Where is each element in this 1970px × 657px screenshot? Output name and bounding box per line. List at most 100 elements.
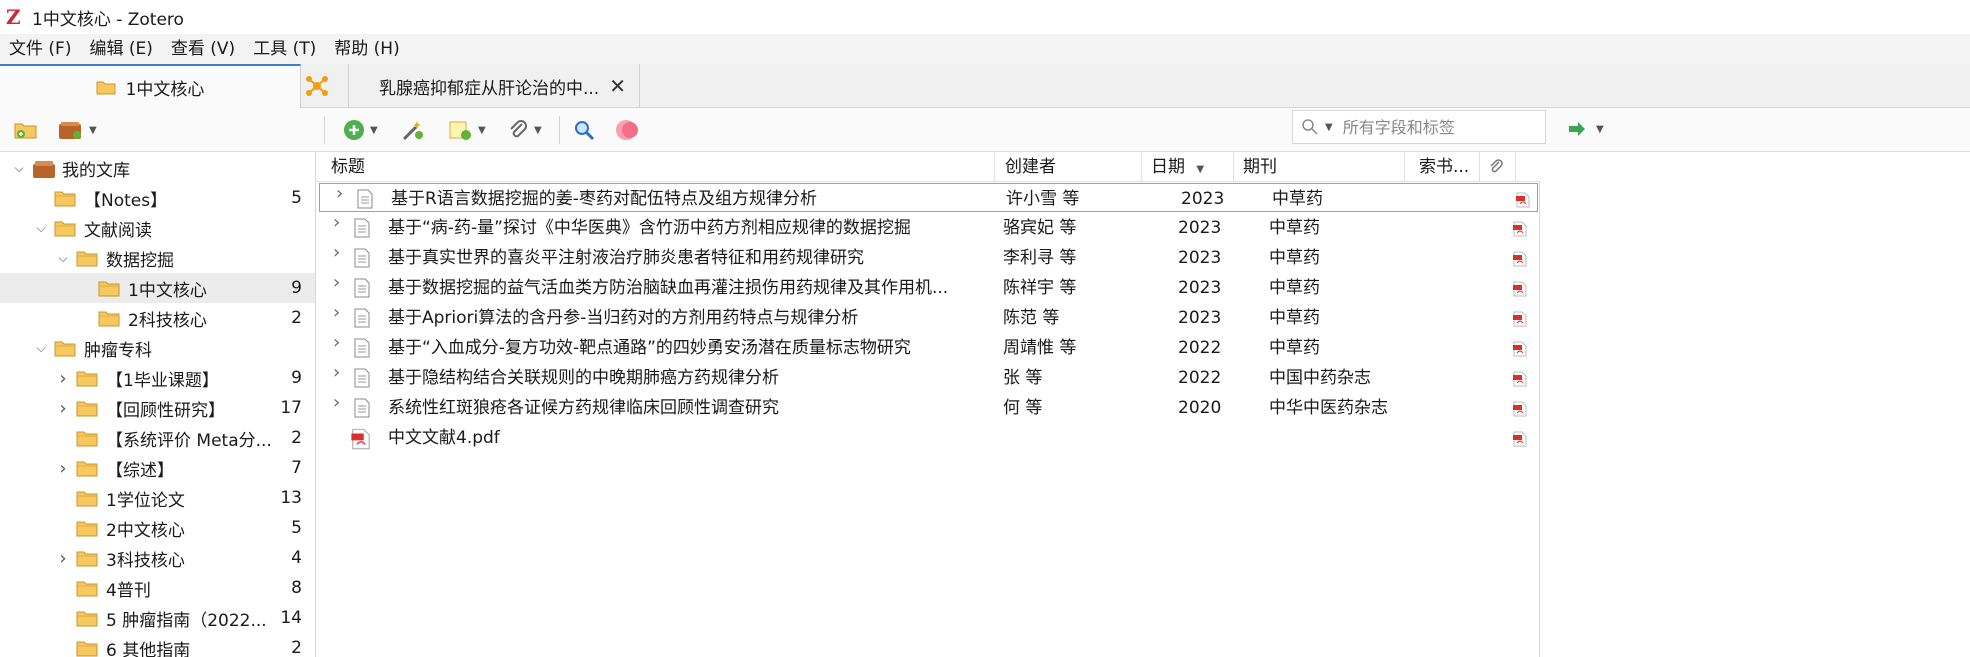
folder-icon bbox=[96, 81, 116, 95]
collection-item[interactable]: ⌵ 文献阅读 bbox=[0, 213, 315, 243]
pdf-attachment-icon[interactable] bbox=[1513, 401, 1527, 422]
pdf-attachment-icon[interactable] bbox=[1516, 192, 1530, 213]
chevron-down-icon[interactable]: ⌵ bbox=[56, 251, 70, 265]
chevron-right-icon[interactable]: › bbox=[333, 394, 345, 412]
chevron-right-icon[interactable]: › bbox=[333, 304, 345, 322]
chevron-right-icon[interactable]: › bbox=[333, 334, 345, 352]
collection-item[interactable]: 6 其他指南 2 bbox=[0, 633, 315, 657]
folder-icon bbox=[76, 489, 98, 512]
chevron-right-icon[interactable]: › bbox=[56, 368, 70, 389]
tab-bar: 1中文核心 乳腺癌抑郁症从肝论治的中... ✕ bbox=[0, 64, 1970, 108]
tab-library[interactable]: 1中文核心 bbox=[0, 64, 301, 108]
pdf-attachment-icon[interactable] bbox=[1513, 431, 1527, 452]
folder-icon bbox=[76, 429, 98, 452]
new-note-button[interactable]: ▼ bbox=[449, 118, 486, 142]
chevron-right-icon[interactable]: › bbox=[333, 244, 345, 262]
collection-item[interactable]: 1中文核心 9 bbox=[0, 273, 315, 303]
collection-item[interactable]: 1学位论文 13 bbox=[0, 483, 315, 513]
chevron-right-icon[interactable]: › bbox=[56, 398, 70, 419]
chevron-right-icon[interactable]: › bbox=[333, 274, 345, 292]
pdf-attachment-icon[interactable] bbox=[1513, 221, 1527, 242]
table-row[interactable]: › 基于真实世界的喜炎平注射液治疗肺炎患者特征和用药规律研究 李利寻 等 2023 中草… bbox=[317, 243, 1540, 273]
chevron-right-icon[interactable]: › bbox=[336, 185, 348, 203]
pdf-attachment-icon[interactable] bbox=[1513, 281, 1527, 302]
menu-help[interactable]: 帮助 (H) bbox=[325, 34, 408, 64]
attach-button[interactable]: ▼ bbox=[507, 118, 542, 142]
title-bar: Z 1中文核心 - Zotero bbox=[0, 0, 1970, 34]
search-input[interactable] bbox=[1342, 117, 1523, 137]
chevron-down-icon[interactable]: ⌵ bbox=[34, 221, 48, 235]
cell-date: 2022 bbox=[1178, 338, 1222, 358]
table-row[interactable]: › 基于数据挖掘的益气活血类方防治脑缺血再灌注损伤用药规律及其作用机... 陈祥宇 … bbox=[317, 273, 1540, 303]
table-row[interactable]: › 基于“入血成分-复方功效-靶点通路”的四妙勇安汤潜在质量标志物研究 周靖惟 等 2… bbox=[317, 333, 1540, 363]
new-collection-button[interactable] bbox=[14, 118, 38, 142]
folder-icon bbox=[76, 519, 98, 542]
column-title[interactable]: 标题 bbox=[317, 152, 995, 182]
table-row[interactable]: › 基于“病-药-量”探讨《中华医典》含竹沥中药方剂相应规律的数据挖掘 骆宾妃 等 2… bbox=[317, 213, 1540, 243]
close-icon[interactable]: ✕ bbox=[609, 74, 626, 98]
collection-item[interactable]: ⌵ 我的文库 bbox=[0, 153, 315, 183]
table-row[interactable]: › 系统性红斑狼疮各证候方药规律临床回顾性调查研究 何 等 2020 中华中医药杂志 bbox=[317, 393, 1540, 423]
new-item-button[interactable]: ▼ bbox=[343, 118, 378, 142]
cell-title: 系统性红斑狼疮各证候方药规律临床回顾性调查研究 bbox=[388, 398, 779, 418]
pdf-attachment-icon[interactable] bbox=[1513, 341, 1527, 362]
chevron-right-icon[interactable]: › bbox=[56, 458, 70, 479]
tab-item-reader[interactable]: 乳腺癌抑郁症从肝论治的中... ✕ bbox=[348, 64, 640, 108]
note-icon bbox=[449, 121, 471, 140]
pdf-attachment-icon[interactable] bbox=[1513, 311, 1527, 332]
advanced-search-button[interactable] bbox=[573, 118, 595, 142]
search-mode-dropdown-icon[interactable]: ▼ bbox=[1325, 122, 1333, 133]
column-call-number[interactable]: 索书... bbox=[1405, 152, 1480, 182]
collection-item[interactable]: ⌵ 肿瘤专科 bbox=[0, 333, 315, 363]
column-creator[interactable]: 创建者 bbox=[995, 152, 1142, 182]
column-attachments[interactable] bbox=[1480, 152, 1516, 182]
collection-label: 6 其他指南 bbox=[106, 640, 191, 657]
add-by-identifier-button[interactable] bbox=[401, 118, 425, 142]
cell-date: 2023 bbox=[1178, 278, 1222, 298]
cell-creator: 周靖惟 等 bbox=[1003, 338, 1077, 358]
collection-item[interactable]: 【系统评价 Meta分... 2 bbox=[0, 423, 315, 453]
collection-count: 4 bbox=[291, 548, 302, 568]
collection-item[interactable]: 2中文核心 5 bbox=[0, 513, 315, 543]
sync-button[interactable]: ▼ bbox=[1568, 121, 1604, 137]
collection-item[interactable]: › 【1毕业课题】 9 bbox=[0, 363, 315, 393]
search-box[interactable]: ▼ bbox=[1292, 110, 1546, 144]
column-journal[interactable]: 期刊 bbox=[1234, 152, 1405, 182]
table-row[interactable]: › 基于隐结构结合关联规则的中晚期肺癌方药规律分析 张 等 2022 中国中药杂志 bbox=[317, 363, 1540, 393]
collection-count: 17 bbox=[280, 398, 302, 418]
folder-icon bbox=[76, 369, 98, 392]
collection-item[interactable]: › 【回顾性研究】 17 bbox=[0, 393, 315, 423]
collection-item[interactable]: 【Notes】 5 bbox=[0, 183, 315, 213]
collection-label: 3科技核心 bbox=[106, 550, 185, 571]
cell-journal: 中草药 bbox=[1272, 189, 1323, 209]
chevron-right-icon[interactable]: › bbox=[333, 364, 345, 382]
menu-file[interactable]: 文件 (F) bbox=[0, 34, 80, 64]
menu-tools[interactable]: 工具 (T) bbox=[244, 34, 325, 64]
locate-button[interactable] bbox=[615, 118, 641, 142]
collection-item[interactable]: 5 肿瘤指南（2022... 14 bbox=[0, 603, 315, 633]
collection-item[interactable]: 2科技核心 2 bbox=[0, 303, 315, 333]
chevron-down-icon[interactable]: ⌵ bbox=[34, 341, 48, 355]
pdf-attachment-icon[interactable] bbox=[1513, 371, 1527, 392]
pdf-attachment-icon[interactable] bbox=[1513, 251, 1527, 272]
chevron-right-icon[interactable]: › bbox=[333, 214, 345, 232]
zotero-connector-icon[interactable] bbox=[304, 74, 330, 98]
menu-view[interactable]: 查看 (V) bbox=[162, 34, 244, 64]
journal-article-icon bbox=[353, 368, 371, 393]
column-date[interactable]: 日期 ▼ bbox=[1142, 152, 1234, 182]
new-library-button[interactable]: ▼ bbox=[58, 118, 97, 142]
menu-edit[interactable]: 编辑 (E) bbox=[80, 34, 161, 64]
collection-item[interactable]: 4普刊 8 bbox=[0, 573, 315, 603]
collection-count: 5 bbox=[291, 188, 302, 208]
paperclip-icon bbox=[510, 120, 527, 138]
collection-item[interactable]: › 3科技核心 4 bbox=[0, 543, 315, 573]
collection-item[interactable]: › 【综述】 7 bbox=[0, 453, 315, 483]
table-row[interactable]: › 基于Apriori算法的含丹参-当归药对的方剂用药特点与规律分析 陈范 等 202… bbox=[317, 303, 1540, 333]
chevron-down-icon[interactable]: ⌵ bbox=[12, 161, 26, 175]
collection-item[interactable]: ⌵ 数据挖掘 bbox=[0, 243, 315, 273]
table-row[interactable]: › 基于R语言数据挖掘的姜-枣药对配伍特点及组方规律分析 许小雪 等 2023 中草药 bbox=[319, 183, 1538, 212]
table-row[interactable]: 中文文献4.pdf bbox=[317, 423, 1540, 453]
chevron-right-icon[interactable]: › bbox=[56, 548, 70, 569]
folder-icon bbox=[54, 339, 76, 362]
cell-journal: 中国中药杂志 bbox=[1269, 368, 1371, 388]
